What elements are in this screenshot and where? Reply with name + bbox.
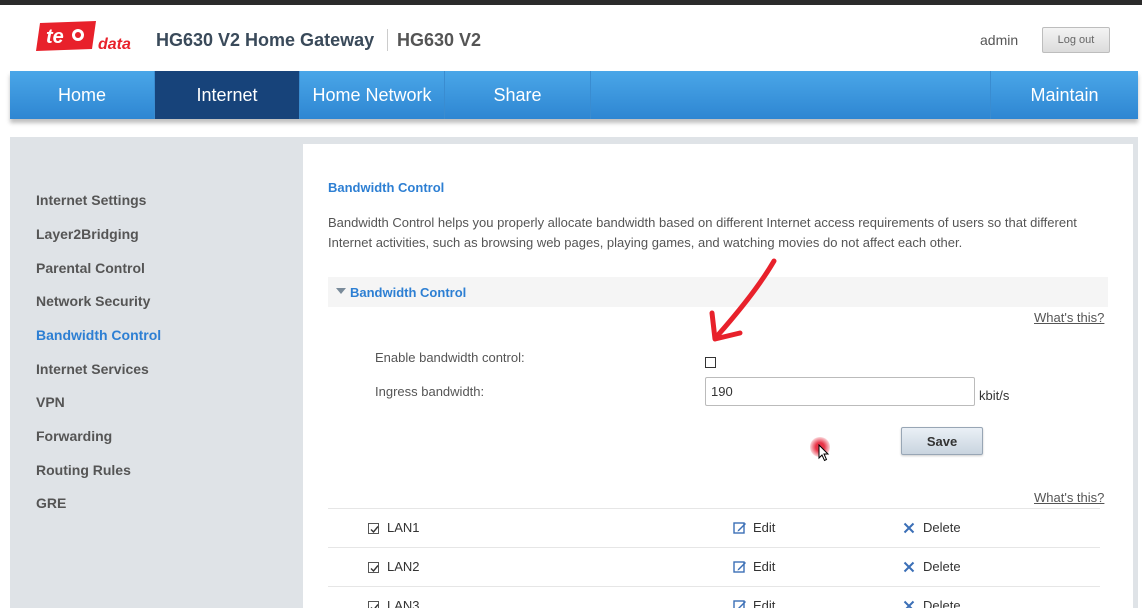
nav-item-share[interactable]: Share: [445, 71, 591, 119]
logo-text-main: te: [46, 26, 64, 48]
sidebar-item-bandwidth-control[interactable]: Bandwidth Control: [36, 327, 161, 343]
sidebar-item-parental-control[interactable]: Parental Control: [36, 260, 145, 276]
nav-item-home-network[interactable]: Home Network: [300, 71, 445, 119]
panel-title: Bandwidth Control: [350, 285, 467, 300]
delete-x-icon[interactable]: [903, 522, 915, 534]
sidebar-item-routing-rules[interactable]: Routing Rules: [36, 462, 131, 478]
checkmark-icon: [370, 565, 379, 573]
row-checkbox[interactable]: [368, 601, 379, 608]
username: admin: [980, 32, 1019, 48]
main-nav: Home Internet Home Network Share Maintai…: [10, 71, 1138, 119]
page-title: Bandwidth Control: [328, 180, 445, 195]
edit-icon[interactable]: [733, 521, 747, 535]
checkmark-icon: [370, 526, 379, 534]
brand-logo: te data: [34, 19, 144, 55]
model-name: HG630 V2: [397, 30, 482, 50]
ingress-unit: kbit/s: [979, 388, 1010, 403]
row-checkbox[interactable]: [368, 562, 379, 573]
edit-icon[interactable]: [733, 560, 747, 574]
main-content: Bandwidth Control Bandwidth Control help…: [303, 144, 1133, 608]
mouse-pointer-icon: [818, 444, 830, 462]
collapse-arrow-icon: [336, 288, 346, 294]
ingress-bandwidth-label: Ingress bandwidth:: [375, 384, 485, 399]
panel-header[interactable]: Bandwidth Control: [328, 277, 1108, 307]
header-separator: [387, 29, 388, 51]
sidebar: Internet Settings Layer2Bridging Parenta…: [10, 144, 302, 608]
nav-item-home[interactable]: Home: [10, 71, 155, 119]
logo-text-sub: data: [98, 36, 131, 53]
sidebar-item-vpn[interactable]: VPN: [36, 394, 65, 410]
edit-button[interactable]: Edit: [753, 598, 775, 608]
nav-item-maintain[interactable]: Maintain: [990, 71, 1138, 119]
nav-item-internet[interactable]: Internet: [155, 71, 300, 119]
delete-button[interactable]: Delete: [923, 559, 961, 574]
save-button[interactable]: Save: [901, 427, 983, 455]
row-checkbox[interactable]: [368, 523, 379, 534]
enable-bandwidth-label: Enable bandwidth control:: [375, 350, 525, 365]
table-row: LAN2 Edit Delete: [328, 547, 1100, 586]
edit-icon[interactable]: [733, 599, 747, 608]
edit-button[interactable]: Edit: [753, 520, 775, 535]
sidebar-item-layer2bridging[interactable]: Layer2Bridging: [36, 226, 139, 242]
enable-bandwidth-checkbox[interactable]: [705, 357, 716, 368]
header: te data HG630 V2 Home Gateway HG630 V2 a…: [10, 5, 1138, 71]
delete-x-icon[interactable]: [903, 600, 915, 608]
delete-button[interactable]: Delete: [923, 598, 961, 608]
sidebar-item-internet-services[interactable]: Internet Services: [36, 361, 149, 377]
edit-button[interactable]: Edit: [753, 559, 775, 574]
page-description: Bandwidth Control helps you properly all…: [328, 215, 1077, 250]
sidebar-item-gre[interactable]: GRE: [36, 495, 66, 511]
ingress-bandwidth-input[interactable]: [705, 377, 975, 406]
logout-button[interactable]: Log out: [1042, 27, 1110, 53]
sidebar-item-internet-settings[interactable]: Internet Settings: [36, 192, 146, 208]
whats-this-link[interactable]: What's this?: [1034, 310, 1104, 325]
table-row: LAN1 Edit Delete: [328, 508, 1100, 547]
checkmark-icon: [370, 604, 379, 608]
row-name: LAN1: [387, 520, 420, 535]
row-name: LAN3: [387, 598, 420, 608]
table-row: LAN3 Edit Delete: [328, 586, 1100, 608]
sidebar-item-network-security[interactable]: Network Security: [36, 293, 150, 309]
row-name: LAN2: [387, 559, 420, 574]
whats-this-link-2[interactable]: What's this?: [1034, 490, 1104, 505]
sidebar-item-forwarding[interactable]: Forwarding: [36, 428, 112, 444]
delete-button[interactable]: Delete: [923, 520, 961, 535]
product-name: HG630 V2 Home Gateway: [156, 30, 375, 50]
delete-x-icon[interactable]: [903, 561, 915, 573]
